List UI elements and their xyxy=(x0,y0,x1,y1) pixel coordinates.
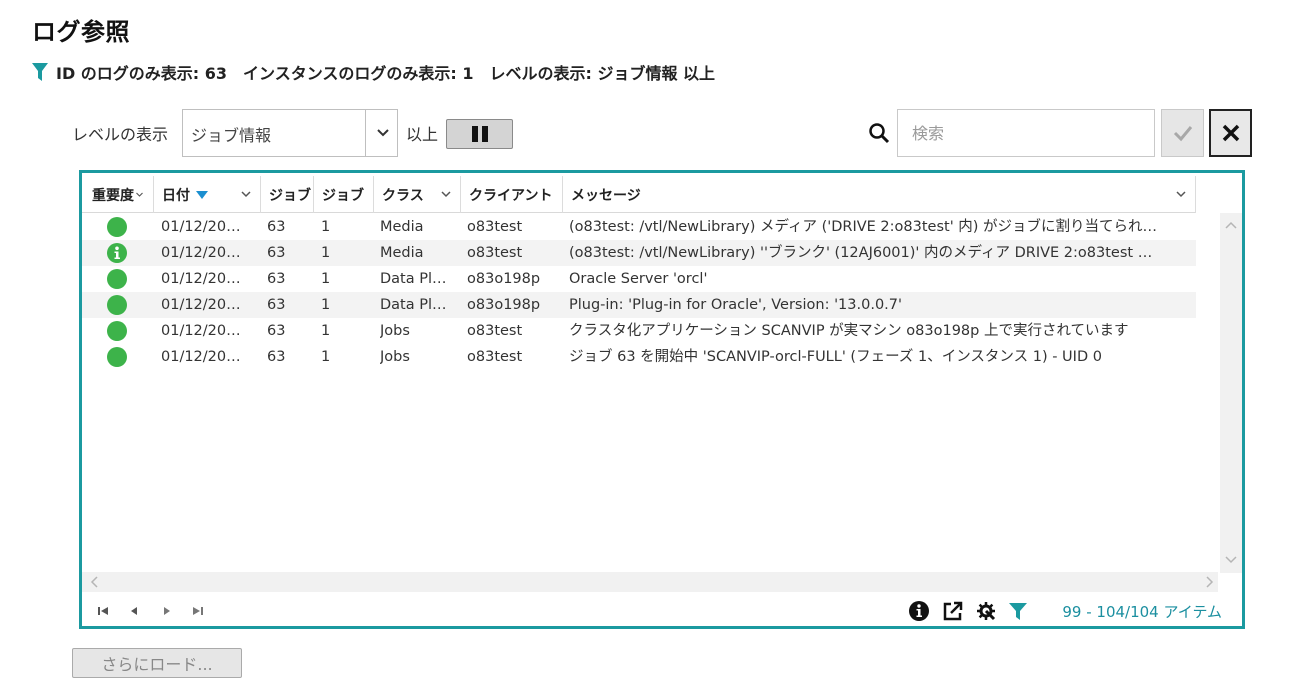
scroll-right-icon[interactable] xyxy=(1206,576,1214,588)
grid-pager: 99 - 104/104 アイテム xyxy=(82,594,1242,628)
table-row[interactable]: 01/12/20… 63 1 Media o83test (o83test: /… xyxy=(82,214,1196,240)
level-select-value: ジョブ情報 xyxy=(191,126,272,145)
scroll-down-icon[interactable] xyxy=(1225,556,1237,564)
cell-instance: 1 xyxy=(321,245,331,261)
success-status-icon xyxy=(107,321,127,341)
chevron-down-icon[interactable] xyxy=(1175,188,1187,200)
cell-message: ジョブ 63 を開始中 'SCANVIP-orcl-FULL' (フェーズ 1、… xyxy=(569,349,1102,365)
info-status-icon xyxy=(107,243,127,263)
sort-descending-icon xyxy=(196,190,208,199)
cell-date: 01/12/20… xyxy=(161,271,241,287)
success-status-icon xyxy=(107,295,127,315)
chevron-down-icon[interactable] xyxy=(240,188,252,200)
cell-date: 01/12/20… xyxy=(161,219,241,235)
cell-class: Jobs xyxy=(380,323,410,339)
cell-client: o83test xyxy=(467,245,523,261)
cell-instance: 1 xyxy=(321,297,331,313)
level-label: レベルの表示 xyxy=(72,125,169,144)
success-status-icon xyxy=(107,217,127,237)
funnel-icon[interactable] xyxy=(1007,600,1029,622)
grid-header: 重要度 日付 ジョブ ジョブ クラス クライアント メッセージ xyxy=(82,176,1196,213)
chevron-down-icon[interactable] xyxy=(440,188,452,200)
pause-icon xyxy=(471,126,488,142)
column-header-client[interactable]: クライアント xyxy=(461,176,563,213)
info-icon[interactable] xyxy=(908,600,930,622)
success-status-icon xyxy=(107,347,127,367)
cell-class: Data Pl… xyxy=(380,271,447,287)
item-count: 99 - 104/104 アイテム xyxy=(1062,603,1222,621)
table-row[interactable]: 01/12/20… 63 1 Jobs o83test クラスタ化アプリケーショ… xyxy=(82,318,1196,344)
above-label: 以上 xyxy=(406,125,439,144)
log-grid: 重要度 日付 ジョブ ジョブ クラス クライアント メッセージ 01/12/20… xyxy=(79,170,1245,629)
cell-job-id: 63 xyxy=(267,349,286,365)
page-title: ログ参照 xyxy=(32,18,130,46)
load-more-button[interactable]: さらにロード... xyxy=(72,648,242,678)
next-page-icon[interactable] xyxy=(161,605,173,617)
search-icon xyxy=(869,123,890,144)
cell-message: Oracle Server 'orcl' xyxy=(569,271,708,287)
cell-client: o83o198p xyxy=(467,271,541,287)
level-select[interactable]: ジョブ情報 xyxy=(182,109,398,157)
table-row[interactable]: 01/12/20… 63 1 Data Pl… o83o198p Plug-in… xyxy=(82,292,1196,318)
cell-date: 01/12/20… xyxy=(161,323,241,339)
cell-job-id: 63 xyxy=(267,323,286,339)
cell-class: Media xyxy=(380,245,424,261)
last-page-icon[interactable] xyxy=(192,605,204,617)
close-icon xyxy=(1222,124,1239,142)
cell-class: Jobs xyxy=(380,349,410,365)
cell-job-id: 63 xyxy=(267,297,286,313)
external-link-icon[interactable] xyxy=(942,600,964,622)
gear-wrench-icon[interactable] xyxy=(975,600,997,622)
cell-message: (o83test: /vtl/NewLibrary) メディア ('DRIVE … xyxy=(569,219,1158,235)
cell-message: クラスタ化アプリケーション SCANVIP が実マシン o83o198p 上で実… xyxy=(569,323,1129,339)
horizontal-scrollbar[interactable] xyxy=(82,572,1218,592)
cell-class: Media xyxy=(380,219,424,235)
cell-client: o83test xyxy=(467,349,523,365)
vertical-scrollbar[interactable] xyxy=(1220,213,1242,573)
cell-client: o83test xyxy=(467,219,523,235)
select-divider xyxy=(365,110,366,156)
column-header-job-instance[interactable]: ジョブ xyxy=(314,176,374,213)
first-page-icon[interactable] xyxy=(97,605,109,617)
table-row[interactable]: 01/12/20… 63 1 Media o83test (o83test: /… xyxy=(82,240,1196,266)
table-row[interactable]: 01/12/20… 63 1 Data Pl… o83o198p Oracle … xyxy=(82,266,1196,292)
cell-date: 01/12/20… xyxy=(161,349,241,365)
scroll-up-icon[interactable] xyxy=(1225,221,1237,229)
column-header-job-id[interactable]: ジョブ xyxy=(261,176,314,213)
column-header-class[interactable]: クラス xyxy=(374,176,461,213)
filter-summary-text: ID のログのみ表示: 63 インスタンスのログのみ表示: 1 レベルの表示: … xyxy=(56,64,716,83)
filter-summary: ID のログのみ表示: 63 インスタンスのログのみ表示: 1 レベルの表示: … xyxy=(32,60,715,84)
cell-job-id: 63 xyxy=(267,219,286,235)
cell-instance: 1 xyxy=(321,271,331,287)
cell-date: 01/12/20… xyxy=(161,297,241,313)
column-header-date[interactable]: 日付 xyxy=(154,176,261,213)
cell-client: o83o198p xyxy=(467,297,541,313)
search-input[interactable] xyxy=(897,109,1155,157)
success-status-icon xyxy=(107,269,127,289)
cell-job-id: 63 xyxy=(267,271,286,287)
pause-button[interactable] xyxy=(446,119,513,149)
funnel-icon xyxy=(32,63,48,81)
cell-message: Plug-in: 'Plug-in for Oracle', Version: … xyxy=(569,297,902,313)
cell-date: 01/12/20… xyxy=(161,245,241,261)
column-header-severity[interactable]: 重要度 xyxy=(82,176,154,213)
apply-search-button[interactable] xyxy=(1161,109,1204,157)
scroll-left-icon[interactable] xyxy=(90,576,98,588)
cell-job-id: 63 xyxy=(267,245,286,261)
chevron-down-icon[interactable] xyxy=(375,124,391,140)
previous-page-icon[interactable] xyxy=(128,605,140,617)
cell-instance: 1 xyxy=(321,323,331,339)
cell-instance: 1 xyxy=(321,349,331,365)
column-header-message[interactable]: メッセージ xyxy=(563,176,1196,213)
checkmark-icon xyxy=(1173,126,1192,142)
cell-class: Data Pl… xyxy=(380,297,447,313)
log-toolbar: レベルの表示 ジョブ情報 以上 xyxy=(72,109,1252,157)
cell-message: (o83test: /vtl/NewLibrary) ''ブランク' (12AJ… xyxy=(569,245,1153,261)
clear-search-button[interactable] xyxy=(1209,109,1252,157)
cell-client: o83test xyxy=(467,323,523,339)
cell-instance: 1 xyxy=(321,219,331,235)
table-row[interactable]: 01/12/20… 63 1 Jobs o83test ジョブ 63 を開始中 … xyxy=(82,344,1196,370)
chevron-down-icon[interactable] xyxy=(135,190,144,199)
